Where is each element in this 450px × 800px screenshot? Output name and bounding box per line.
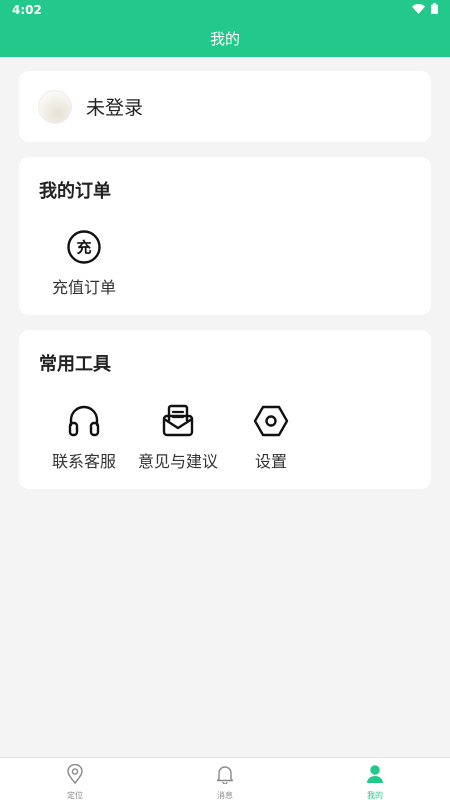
feedback-mail-icon xyxy=(160,403,196,439)
feedback-button[interactable]: 意见与建议 xyxy=(128,403,228,472)
nav-label-mine: 我的 xyxy=(367,791,383,800)
nav-label-messages: 消息 xyxy=(217,791,233,800)
feedback-label: 意见与建议 xyxy=(137,452,218,471)
nav-item-messages[interactable]: 消息 xyxy=(150,758,300,800)
recharge-orders-label: 充值订单 xyxy=(51,278,116,297)
settings-hex-icon xyxy=(253,403,289,439)
headset-icon xyxy=(66,403,102,439)
contact-service-button[interactable]: 联系客服 xyxy=(34,403,134,472)
recharge-icon: 充 xyxy=(66,229,102,265)
status-time: 4:02 xyxy=(12,3,42,17)
bottom-navigation: 定位 消息 我的 xyxy=(0,757,450,800)
nav-item-location[interactable]: 定位 xyxy=(0,758,150,800)
user-name: 未登录 xyxy=(86,97,144,119)
common-tools-card: 常用工具 联系客服 意见与建议 设置 xyxy=(19,330,431,489)
tools-section-title: 常用工具 xyxy=(39,354,111,375)
svg-text:充: 充 xyxy=(76,239,91,257)
app-header: 4:02 我的 xyxy=(0,0,450,57)
battery-icon xyxy=(431,3,438,17)
nav-item-mine[interactable]: 我的 xyxy=(300,758,450,800)
nav-label-location: 定位 xyxy=(67,791,83,800)
my-orders-card: 我的订单 充 充值订单 xyxy=(19,157,431,315)
contact-service-label: 联系客服 xyxy=(51,452,116,471)
user-login-card[interactable]: 未登录 xyxy=(19,71,431,142)
avatar[interactable] xyxy=(38,89,72,124)
recharge-orders-button[interactable]: 充 充值订单 xyxy=(34,229,134,298)
settings-button[interactable]: 设置 xyxy=(221,403,321,472)
location-pin-icon xyxy=(66,763,84,788)
settings-label: 设置 xyxy=(254,452,287,471)
bell-icon xyxy=(216,764,234,788)
wifi-icon xyxy=(412,3,425,17)
page-title: 我的 xyxy=(209,30,240,48)
orders-section-title: 我的订单 xyxy=(39,181,111,202)
user-icon xyxy=(366,764,384,788)
status-bar: 4:02 xyxy=(0,0,450,20)
